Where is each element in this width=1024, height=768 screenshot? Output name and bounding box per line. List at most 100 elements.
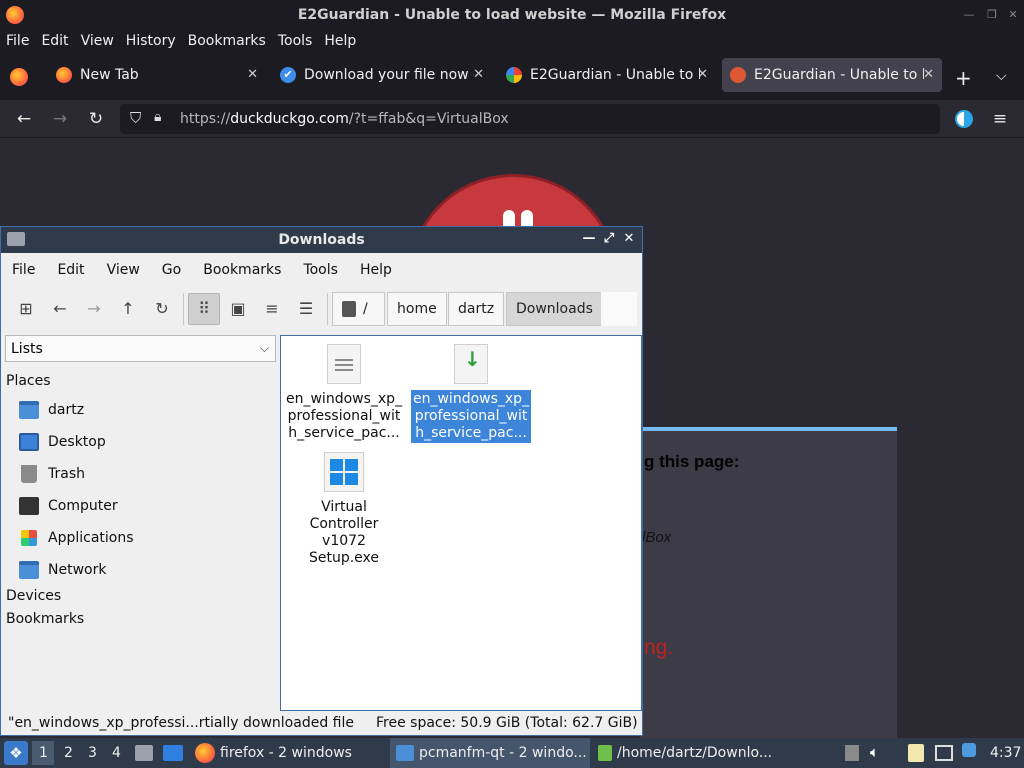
lock-icon[interactable]: 🔒︎	[154, 109, 161, 125]
side-pane: Places dartz Desktop Trash Computer Appl…	[1, 367, 278, 712]
chevron-down-icon[interactable]: ⌵	[996, 68, 1007, 84]
path-root-button[interactable]: /	[332, 292, 385, 326]
url-bar[interactable]: ⛉ 🔒︎ https://duckduckgo.com/?t=ffab&q=Vi…	[120, 104, 940, 134]
menu-view[interactable]: View	[75, 33, 120, 49]
status-bar: "en_windows_xp_professi...rtially downlo…	[1, 713, 642, 735]
tab-e2guardian-1[interactable]: E2Guardian - Unable to lo ✕	[498, 58, 716, 92]
shield-icon[interactable]: ⛉	[130, 109, 141, 127]
hamburger-menu-icon[interactable]: ≡	[988, 108, 1012, 130]
network-icon[interactable]	[935, 745, 953, 761]
menu-history[interactable]: History	[120, 33, 182, 49]
storage-icon[interactable]	[845, 745, 859, 761]
detailed-list-view-icon[interactable]: ☰	[292, 295, 320, 323]
sidebar-item-desktop[interactable]: Desktop	[19, 430, 106, 454]
maximize-icon[interactable]: ⤢	[601, 231, 617, 246]
volume-icon[interactable]: 🔈︎	[870, 743, 879, 761]
url-text: https://duckduckgo.com/?t=ffab&q=Virtual…	[180, 111, 509, 127]
clock: 4:37	[990, 745, 1022, 761]
menu-bookmarks[interactable]: Bookmarks	[192, 262, 292, 278]
reload-icon[interactable]: ↻	[84, 108, 108, 130]
desktop-4[interactable]: 4	[112, 738, 121, 768]
maximize-icon[interactable]: ❐	[985, 8, 999, 22]
folder-icon	[7, 232, 25, 246]
sidebar-item-applications[interactable]: Applications	[19, 526, 134, 550]
file-item[interactable]: Virtual Controller v1072 Setup.exe	[284, 452, 404, 568]
menu-view[interactable]: View	[96, 262, 151, 278]
start-menu-icon[interactable]: ❖	[4, 741, 28, 765]
forward-icon[interactable]: →	[80, 295, 108, 323]
file-manager-titlebar[interactable]: Downloads	[1, 227, 642, 253]
tab-close-icon[interactable]: ✕	[473, 67, 484, 82]
file-manager-menubar: File Edit View Go Bookmarks Tools Help	[1, 253, 642, 287]
file-manager-toolbar: ⊞ ← → ↑ ↻ ⠿ ▣ ≡ ☰ / home dartz Downloads	[1, 287, 642, 331]
minimize-icon[interactable]: —	[962, 8, 976, 22]
file-manager-launcher-icon[interactable]	[135, 745, 153, 761]
menu-file[interactable]: File	[1, 262, 46, 278]
sidebar-item-trash[interactable]: Trash	[19, 462, 85, 486]
compact-view-icon[interactable]: ≡	[258, 295, 286, 323]
back-icon[interactable]: ←	[12, 108, 36, 130]
drive-icon	[342, 301, 356, 317]
desktop-2[interactable]: 2	[64, 738, 73, 768]
firefox-view-icon[interactable]	[10, 68, 28, 86]
clipboard-icon[interactable]	[908, 744, 924, 762]
folder-icon	[396, 745, 414, 761]
new-tab-icon[interactable]: +	[955, 66, 972, 90]
tab-new-tab[interactable]: New Tab ✕	[48, 58, 266, 92]
taskbar-app-terminal[interactable]: /home/dartz/Downlo...	[596, 738, 791, 768]
firefox-icon	[56, 67, 72, 83]
devices-heading[interactable]: Devices	[6, 588, 61, 604]
file-item[interactable]: en_windows_xp_ professional_wit h_servic…	[284, 344, 404, 443]
menu-edit[interactable]: Edit	[35, 33, 74, 49]
file-item-selected[interactable]: ↓ en_windows_xp_ professional_wit h_serv…	[411, 344, 532, 443]
menu-file[interactable]: File	[0, 33, 35, 49]
minimize-icon[interactable]: —	[581, 231, 597, 246]
page-italic-text: lBox	[642, 529, 672, 546]
menu-help[interactable]: Help	[349, 262, 403, 278]
new-tab-icon[interactable]: ⊞	[12, 295, 40, 323]
duckduckgo-icon	[730, 67, 746, 83]
back-icon[interactable]: ←	[46, 295, 74, 323]
text-file-icon	[327, 344, 361, 384]
menu-help[interactable]: Help	[318, 33, 362, 49]
taskbar: ❖ 1 2 3 4 firefox - 2 windows pcmanfm-qt…	[0, 738, 1024, 768]
path-dartz-button[interactable]: dartz	[448, 292, 505, 326]
tab-close-icon[interactable]: ✕	[247, 67, 258, 82]
close-icon[interactable]: ✕	[1006, 8, 1020, 22]
forward-icon[interactable]: →	[48, 108, 72, 130]
tab-download[interactable]: ✔ Download your file now - ✕	[272, 58, 492, 92]
file-view: en_windows_xp_ professional_wit h_servic…	[280, 335, 642, 711]
icon-view-icon[interactable]: ⠿	[188, 293, 220, 325]
side-pane-mode-select[interactable]: Lists ⌵	[5, 335, 276, 362]
desktop-3[interactable]: 3	[88, 738, 97, 768]
menu-go[interactable]: Go	[151, 262, 192, 278]
reload-icon[interactable]: ↻	[148, 295, 176, 323]
path-downloads-button[interactable]: Downloads	[506, 292, 603, 326]
thumbnail-view-icon[interactable]: ▣	[224, 295, 252, 323]
menu-edit[interactable]: Edit	[46, 262, 95, 278]
notification-icon[interactable]	[962, 743, 976, 757]
firefox-menubar: File Edit View History Bookmarks Tools H…	[0, 30, 1024, 52]
menu-bookmarks[interactable]: Bookmarks	[182, 33, 272, 49]
firefox-titlebar: E2Guardian - Unable to load website — Mo…	[0, 0, 1024, 30]
path-home-button[interactable]: home	[387, 292, 447, 326]
tab-close-icon[interactable]: ✕	[697, 67, 708, 82]
menu-tools[interactable]: Tools	[292, 262, 349, 278]
close-icon[interactable]: ✕	[621, 231, 637, 246]
menu-tools[interactable]: Tools	[272, 33, 319, 49]
account-icon[interactable]	[955, 110, 973, 128]
up-icon[interactable]: ↑	[114, 295, 142, 323]
status-free-space: Free space: 50.9 GiB (Total: 62.7 GiB)	[376, 715, 638, 731]
desktop-icon	[19, 433, 39, 451]
sidebar-item-dartz[interactable]: dartz	[19, 398, 84, 422]
taskbar-app-pcmanfm[interactable]: pcmanfm-qt - 2 windo...	[390, 738, 590, 768]
show-desktop-icon[interactable]	[163, 745, 183, 761]
bookmarks-heading[interactable]: Bookmarks	[6, 611, 84, 627]
home-folder-icon	[19, 401, 39, 419]
tab-close-icon[interactable]: ✕	[923, 67, 934, 82]
sidebar-item-computer[interactable]: Computer	[19, 494, 118, 518]
sidebar-item-network[interactable]: Network	[19, 558, 106, 582]
taskbar-app-firefox[interactable]: firefox - 2 windows	[195, 738, 385, 768]
desktop-1[interactable]: 1	[39, 738, 48, 768]
tab-e2guardian-2[interactable]: E2Guardian - Unable to lo ✕	[722, 58, 942, 92]
